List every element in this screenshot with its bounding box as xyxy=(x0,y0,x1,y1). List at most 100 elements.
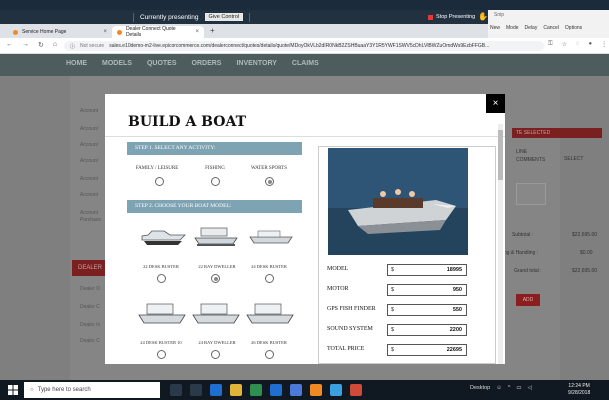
extension-icon[interactable]: ◌ xyxy=(576,41,580,48)
snip-delay-button[interactable]: Delay xyxy=(525,25,538,31)
boat-radio[interactable] xyxy=(211,350,220,359)
account-link[interactable]: Account xyxy=(80,126,98,132)
activity-radio-fishing[interactable] xyxy=(211,177,220,186)
clock[interactable]: 12:24 PM 9/28/2018 xyxy=(568,383,590,397)
scrollbar-thumb[interactable] xyxy=(498,130,503,180)
windows-start-icon[interactable] xyxy=(8,385,18,395)
key-icon[interactable]: ⚿ xyxy=(548,41,553,48)
modal-close-button[interactable]: × xyxy=(486,94,505,113)
activity-radio-family[interactable] xyxy=(155,177,164,186)
account-link[interactable]: Account xyxy=(80,158,98,164)
nav-home[interactable]: HOME xyxy=(66,60,87,67)
file-explorer-icon[interactable] xyxy=(230,384,242,396)
sound-price-field[interactable]: $ 2200 xyxy=(387,324,467,336)
close-tab-icon[interactable]: × xyxy=(195,29,199,35)
chrome-icon[interactable] xyxy=(310,384,322,396)
back-icon[interactable]: ← xyxy=(6,41,13,49)
account-link[interactable]: Account Purchase xyxy=(80,210,106,224)
nav-quotes[interactable]: QUOTES xyxy=(147,60,177,67)
boat-radio[interactable] xyxy=(157,350,166,359)
close-tab-icon[interactable]: × xyxy=(103,29,107,35)
edge-icon[interactable] xyxy=(210,384,222,396)
presenting-status: Currently presenting Give Control xyxy=(133,10,251,24)
boat-label: 26 DESK BUSTER xyxy=(251,340,287,345)
desktop-label[interactable]: Desktop xyxy=(470,385,490,391)
mic-icon[interactable] xyxy=(170,384,182,396)
boat-image xyxy=(141,230,186,245)
model-price-field[interactable]: $ 18995 xyxy=(387,264,467,276)
boat-label: 22 DESK BUSTER xyxy=(143,264,179,269)
snip-mode-button[interactable]: Mode xyxy=(506,25,519,31)
snip-new-button[interactable]: New xyxy=(490,25,500,31)
snip-options-button[interactable]: Options xyxy=(565,25,582,31)
info-icon: ⓘ xyxy=(70,43,76,50)
url-field[interactable]: ⓘ Not secure sales.e10demo-m2-live.epico… xyxy=(64,41,544,51)
dealer-link[interactable]: Dealer O xyxy=(80,286,100,292)
summary-label: GPS FISH FINDER xyxy=(327,306,376,312)
add-button[interactable]: ADD xyxy=(516,294,540,306)
summary-label: MOTOR xyxy=(327,286,349,292)
menu-icon[interactable]: ⋮ xyxy=(601,41,607,48)
shipping-label: ping & Handling : xyxy=(500,250,539,256)
new-tab-icon[interactable]: + xyxy=(210,26,215,35)
stop-presenting-button[interactable]: Stop Presenting xyxy=(428,12,475,22)
step2-header: STEP 2. CHOOSE YOUR BOAT MODEL: xyxy=(127,200,302,213)
modal-scrollbar[interactable] xyxy=(498,124,503,364)
col-line: LINE xyxy=(516,149,528,155)
boat-image xyxy=(194,227,238,246)
forward-icon[interactable]: → xyxy=(22,41,29,49)
people-icon[interactable]: ☺ xyxy=(496,385,502,391)
nav-orders[interactable]: ORDERS xyxy=(192,60,222,67)
task-view-icon[interactable] xyxy=(190,384,202,396)
ie-icon[interactable] xyxy=(270,384,282,396)
boat-radio[interactable] xyxy=(265,274,274,283)
boat-radio[interactable] xyxy=(157,274,166,283)
dealer-button[interactable]: DEALER xyxy=(72,260,108,276)
profile-icon[interactable]: ● xyxy=(589,41,593,48)
dealer-link[interactable]: Dealer C xyxy=(80,304,100,310)
hand-icon[interactable]: ✋ xyxy=(478,12,488,21)
skype-icon[interactable] xyxy=(330,384,342,396)
account-link[interactable]: Account xyxy=(80,142,98,148)
excel-icon[interactable] xyxy=(250,384,262,396)
tab-quote-details[interactable]: Dealer Connect Quote Details × xyxy=(112,26,204,38)
col-select: SELECT xyxy=(564,156,584,162)
reload-icon[interactable]: ↻ xyxy=(38,41,44,49)
summary-row-sound: SOUND SYSTEM $ 2200 xyxy=(327,324,492,336)
grand-total-value: $22,695.00 xyxy=(572,268,598,274)
gps-price-field[interactable]: $ 550 xyxy=(387,304,467,316)
boat-radio[interactable] xyxy=(211,274,220,283)
total-price-field[interactable]: $ 22695 xyxy=(387,344,467,356)
subtotal-value: $22,695.00 xyxy=(572,232,598,238)
snip-cancel-button[interactable]: Cancel xyxy=(543,25,559,31)
boat-radio[interactable] xyxy=(265,350,274,359)
dealer-link[interactable]: Dealer C xyxy=(80,338,100,344)
search-placeholder: Type here to search xyxy=(37,387,91,393)
app-icon[interactable] xyxy=(350,384,362,396)
network-icon[interactable]: ▭ xyxy=(516,385,521,391)
activity-radio-watersports[interactable] xyxy=(265,177,274,186)
account-link[interactable]: Account xyxy=(80,192,98,198)
nav-inventory[interactable]: INVENTORY xyxy=(236,60,276,67)
dealer-link[interactable]: Dealer In xyxy=(80,322,100,328)
nav-claims[interactable]: CLAIMS xyxy=(292,60,319,67)
grand-total-label: Grand total : xyxy=(514,268,542,274)
summary-row-gps: GPS FISH FINDER $ 550 xyxy=(327,304,492,316)
home-icon[interactable]: ⌂ xyxy=(53,41,57,49)
give-control-button[interactable]: Give Control xyxy=(204,13,244,21)
account-link[interactable]: Account xyxy=(80,176,98,182)
tab-service-home[interactable]: Service Home Page × xyxy=(8,26,112,38)
motor-price-field[interactable]: $ 950 xyxy=(387,284,467,296)
comments-textarea[interactable] xyxy=(516,183,546,205)
account-link[interactable]: Account xyxy=(80,108,98,114)
star-icon[interactable]: ☆ xyxy=(562,41,567,48)
app-icon[interactable] xyxy=(290,384,302,396)
summary-row-model: MODEL $ 18995 xyxy=(327,264,492,276)
nav-models[interactable]: MODELS xyxy=(102,60,132,67)
currency-symbol: $ xyxy=(391,327,395,333)
volume-icon[interactable]: ◁ xyxy=(528,385,532,391)
chevron-up-icon[interactable]: ^ xyxy=(508,385,511,391)
divider xyxy=(105,136,505,137)
favicon-icon xyxy=(117,29,122,35)
taskbar-search[interactable]: ○ Type here to search xyxy=(24,382,160,398)
